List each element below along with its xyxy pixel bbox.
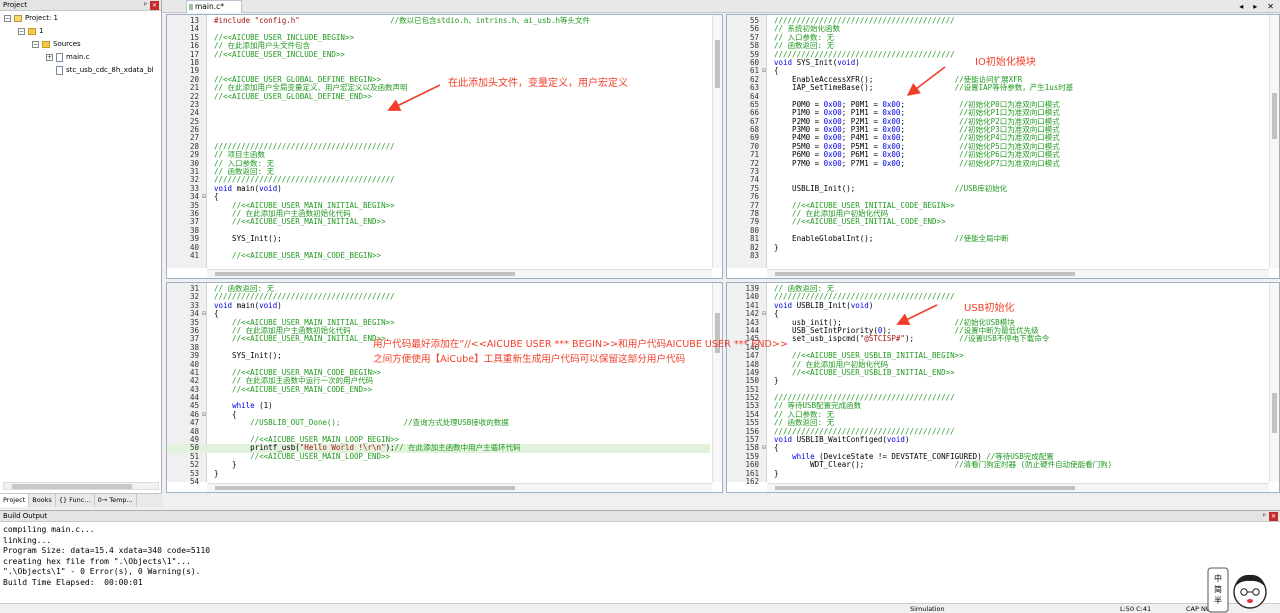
status-position: L:50 C:41	[1120, 605, 1152, 613]
arrow-to-usb-init	[896, 304, 938, 325]
close-icon[interactable]: ✕	[1269, 512, 1278, 521]
ide-window: Project ᵖ ✕ − Project: 1−1− Sources + main.c…	[0, 0, 1280, 613]
build-output-text: compiling main.c... linking... Program S…	[3, 525, 211, 587]
build-output-title: Build Output ᵖ ✕	[0, 511, 1280, 522]
mascot-watermark: 中 简 半	[1207, 567, 1267, 613]
status-bar: Simulation L:50 C:41 CAP NUM	[0, 603, 1280, 613]
mascot-char-2: 简	[1214, 584, 1222, 594]
mascot-char-1: 中	[1214, 573, 1222, 583]
arrow-to-io-init	[906, 66, 946, 96]
build-output-title-label: Build Output	[3, 512, 48, 520]
status-mode: Simulation	[910, 605, 945, 613]
arrow-to-global-define	[387, 84, 441, 111]
mascot-char-3: 半	[1214, 595, 1222, 605]
pin-icon[interactable]: ᵖ	[1263, 512, 1266, 521]
build-output-panel: Build Output ᵖ ✕ compiling main.c... lin…	[0, 510, 1280, 603]
